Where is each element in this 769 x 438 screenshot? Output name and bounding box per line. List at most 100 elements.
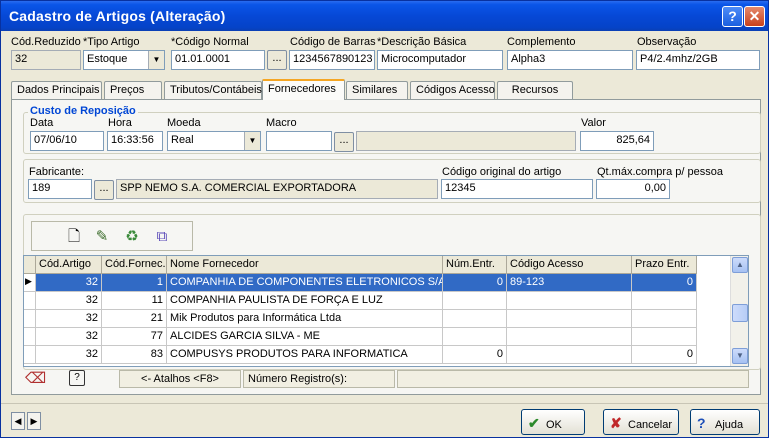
grid-toolbar: 🗋 ✎ ♻ ⧉ bbox=[31, 221, 193, 251]
descricao-basica-label: *Descrição Básica bbox=[377, 36, 467, 48]
cell-codigo-acesso bbox=[507, 292, 632, 310]
ok-button[interactable]: ✔ OK bbox=[521, 409, 585, 435]
fabricante-lookup-button[interactable]: ... bbox=[94, 180, 114, 200]
cell-cod-artigo: 32 bbox=[36, 292, 102, 310]
codigo-barras-input[interactable]: 1234567890123 bbox=[289, 50, 375, 70]
cell-cod-artigo: 32 bbox=[36, 274, 102, 292]
tab-dados-principais[interactable]: Dados Principais bbox=[11, 81, 102, 99]
codigo-normal-label: *Código Normal bbox=[171, 36, 249, 48]
table-row[interactable]: 32 11 COMPANHIA PAULISTA DE FORÇA E LUZ bbox=[24, 292, 724, 310]
cell-nome: COMPANHIA PAULISTA DE FORÇA E LUZ bbox=[167, 292, 443, 310]
recycle-bin-icon[interactable]: ♻ bbox=[122, 227, 142, 247]
cell-cod-fornec: 1 bbox=[102, 274, 167, 292]
codigo-original-input[interactable]: 12345 bbox=[441, 179, 593, 199]
col-cod-artigo[interactable]: Cód.Artigo bbox=[36, 256, 102, 274]
help-icon[interactable]: ? bbox=[69, 370, 85, 386]
title-bar: Cadastro de Artigos (Alteração) ? ✕ bbox=[1, 1, 768, 31]
cancel-button[interactable]: ✘ Cancelar bbox=[603, 409, 679, 435]
table-row[interactable]: 32 21 Mik Produtos para Informática Ltda bbox=[24, 310, 724, 328]
observacao-input[interactable]: P4/2.4mhz/2GB bbox=[636, 50, 760, 70]
main-window: Cadastro de Artigos (Alteração) ? ✕ Cód.… bbox=[0, 0, 769, 438]
record-count-value bbox=[397, 370, 749, 388]
new-document-icon[interactable]: 🗋 bbox=[64, 227, 84, 247]
data-input[interactable]: 07/06/10 bbox=[30, 131, 104, 151]
help-title-button[interactable]: ? bbox=[722, 6, 743, 27]
next-record-button[interactable]: ▶ bbox=[27, 412, 41, 430]
cell-num-entr: 0 bbox=[443, 274, 507, 292]
scroll-thumb[interactable] bbox=[732, 304, 748, 322]
grid-vertical-scrollbar[interactable]: ▲ ▼ bbox=[730, 256, 748, 366]
hora-label: Hora bbox=[108, 117, 132, 129]
cell-codigo-acesso bbox=[507, 346, 632, 364]
eraser-icon[interactable]: ⌫ bbox=[25, 369, 46, 389]
col-nome-fornecedor[interactable]: Nome Fornecedor bbox=[167, 256, 443, 274]
tab-recursos[interactable]: Recursos bbox=[497, 81, 573, 99]
previous-record-button[interactable]: ◀ bbox=[11, 412, 25, 430]
codigo-original-label: Código original do artigo bbox=[442, 166, 562, 178]
tab-tributos-contabeis[interactable]: Tributos/Contábeis bbox=[164, 81, 262, 99]
cell-prazo bbox=[632, 328, 697, 346]
cell-cod-fornec: 21 bbox=[102, 310, 167, 328]
close-window-button[interactable]: ✕ bbox=[744, 6, 765, 27]
data-label: Data bbox=[30, 117, 54, 129]
chevron-down-icon[interactable]: ▼ bbox=[244, 132, 260, 150]
cod-reduzido-field: 32 bbox=[11, 50, 81, 70]
table-row[interactable]: 32 83 COMPUSYS PRODUTOS PARA INFORMATICA… bbox=[24, 346, 724, 364]
table-row[interactable]: ▶ 32 1 COMPANHIA DE COMPONENTES ELETRONI… bbox=[24, 274, 724, 292]
macro-input[interactable] bbox=[266, 131, 332, 151]
table-row[interactable]: 32 77 ALCIDES GARCIA SILVA - ME bbox=[24, 328, 724, 346]
scroll-down-icon[interactable]: ▼ bbox=[732, 348, 748, 364]
shortcuts-hint[interactable]: <- Atalhos <F8> bbox=[119, 370, 241, 388]
cell-cod-fornec: 11 bbox=[102, 292, 167, 310]
col-cod-fornec[interactable]: Cód.Fornec. bbox=[102, 256, 167, 274]
qt-max-input[interactable]: 0,00 bbox=[596, 179, 670, 199]
tipo-artigo-select[interactable]: Estoque ▼ bbox=[83, 50, 165, 70]
tab-fornecedores[interactable]: Fornecedores bbox=[262, 79, 345, 100]
tipo-artigo-value: Estoque bbox=[87, 53, 128, 65]
macro-lookup-button[interactable]: ... bbox=[334, 132, 354, 152]
macro-label: Macro bbox=[266, 117, 297, 129]
macro-description-field bbox=[356, 131, 576, 151]
fabricante-code-input[interactable]: 189 bbox=[28, 179, 92, 199]
checkmark-icon: ✔ bbox=[528, 415, 540, 431]
col-codigo-acesso[interactable]: Código Acesso bbox=[507, 256, 632, 274]
observacao-label: Observação bbox=[637, 36, 697, 48]
col-num-entr[interactable]: Núm.Entr. bbox=[443, 256, 507, 274]
qt-max-label: Qt.máx.compra p/ pessoa bbox=[597, 166, 723, 178]
tipo-artigo-label: *Tipo Artigo bbox=[83, 36, 140, 48]
edit-record-icon[interactable]: ✎ bbox=[92, 227, 112, 247]
cell-nome: ALCIDES GARCIA SILVA - ME bbox=[167, 328, 443, 346]
descricao-basica-input[interactable]: Microcomputador bbox=[377, 50, 503, 70]
codigo-barras-label: Código de Barras bbox=[290, 36, 376, 48]
window-title: Cadastro de Artigos (Alteração) bbox=[9, 8, 226, 24]
copy-records-icon[interactable]: ⧉ bbox=[152, 227, 172, 247]
valor-label: Valor bbox=[581, 117, 606, 129]
valor-input[interactable]: 825,64 bbox=[580, 131, 654, 151]
chevron-down-icon[interactable]: ▼ bbox=[148, 51, 164, 69]
cell-cod-artigo: 32 bbox=[36, 328, 102, 346]
cell-num-entr bbox=[443, 292, 507, 310]
hora-input[interactable]: 16:33:56 bbox=[107, 131, 163, 151]
moeda-select[interactable]: Real ▼ bbox=[167, 131, 261, 151]
codigo-normal-input[interactable]: 01.01.0001 bbox=[171, 50, 265, 70]
grid-status-bar: ⌫ ? <- Atalhos <F8> Número Registro(s): bbox=[23, 369, 749, 389]
row-indicator bbox=[24, 310, 36, 328]
cell-cod-fornec: 77 bbox=[102, 328, 167, 346]
ok-label: OK bbox=[546, 419, 562, 431]
complemento-input[interactable]: Alpha3 bbox=[507, 50, 633, 70]
suppliers-grid: Cód.Artigo Cód.Fornec. Nome Fornecedor N… bbox=[23, 255, 749, 367]
cell-cod-fornec: 83 bbox=[102, 346, 167, 364]
row-indicator bbox=[24, 328, 36, 346]
fabricante-name-field: SPP NEMO S.A. COMERCIAL EXPORTADORA bbox=[116, 179, 438, 199]
tab-similares[interactable]: Similares bbox=[346, 81, 408, 99]
help-button[interactable]: ? Ajuda bbox=[690, 409, 760, 435]
cell-prazo: 0 bbox=[632, 274, 697, 292]
codigo-normal-lookup-button[interactable]: ... bbox=[267, 50, 287, 70]
record-count-label: Número Registro(s): bbox=[243, 370, 395, 388]
scroll-up-icon[interactable]: ▲ bbox=[732, 257, 748, 273]
cell-codigo-acesso bbox=[507, 328, 632, 346]
col-prazo-entr[interactable]: Prazo Entr. bbox=[632, 256, 697, 274]
tab-precos[interactable]: Preços bbox=[104, 81, 162, 99]
cell-num-entr: 0 bbox=[443, 346, 507, 364]
tab-codigos-acesso[interactable]: Códigos Acesso bbox=[410, 81, 495, 99]
